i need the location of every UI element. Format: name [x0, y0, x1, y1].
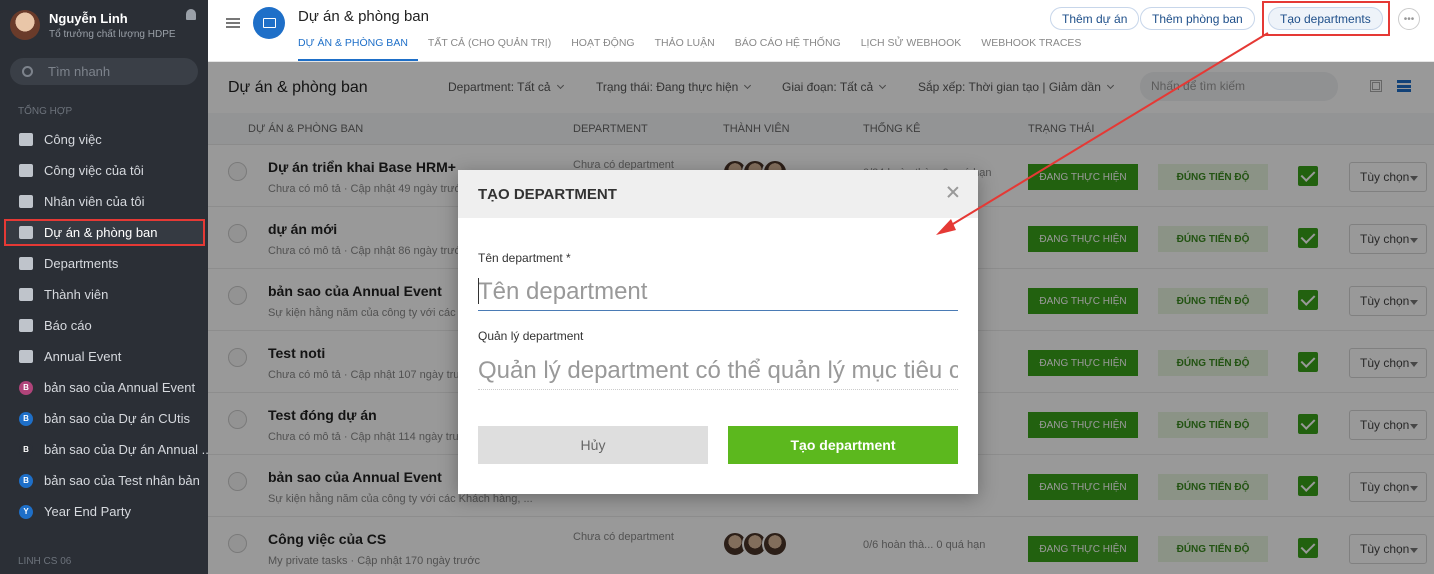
user-panel[interactable]: Nguyễn Linh Tổ trưởng chất lượng HDPE — [0, 0, 208, 50]
sidebar-item-label: Departments — [44, 256, 119, 271]
section-label: Tổng hợp — [18, 106, 73, 117]
header-tabs: DỰ ÁN & PHÒNG BAN TẤT CẢ (CHO QUẢN TRỊ) HO… — [298, 37, 1091, 61]
sidebar-item-label: Annual Event — [44, 349, 122, 364]
department-manager-input[interactable] — [478, 352, 958, 390]
sidebar-item[interactable]: Bbản sao của Annual Event — [0, 372, 208, 403]
sidebar-item[interactable]: Departments — [0, 248, 208, 279]
sidebar-item[interactable]: Báo cáo — [0, 310, 208, 341]
sidebar-nav: Công việc Công việc của tôi Nhân viên của … — [0, 124, 208, 527]
modal-title: TẠO DEPARTMENT — [478, 185, 617, 203]
sidebar-item[interactable]: Công việc — [0, 124, 208, 155]
sidebar-item[interactable]: Nhân viên của tôi — [0, 186, 208, 217]
sidebar: Nguyễn Linh Tổ trưởng chất lượng HDPE Tì… — [0, 0, 208, 574]
department-name-input[interactable] — [478, 273, 958, 311]
project-badge-icon: Y — [19, 504, 33, 519]
tab[interactable]: THẢO LUẬN — [645, 37, 725, 61]
search-icon — [22, 66, 33, 77]
sidebar-item-label: Thành viên — [44, 287, 109, 302]
cancel-button[interactable]: Hủy — [478, 426, 708, 464]
add-project-button[interactable]: Thêm dự án — [1050, 7, 1140, 30]
building-icon — [19, 257, 33, 270]
quick-search-placeholder: Tìm nhanh — [48, 64, 111, 79]
tab[interactable]: TẤT CẢ (CHO QUẢN TRỊ) — [418, 37, 561, 61]
department-name-label: Tên department * — [478, 251, 571, 265]
department-manager-label: Quản lý department — [478, 329, 584, 343]
sidebar-item[interactable]: Dự án & phòng ban — [4, 219, 205, 246]
sidebar-item[interactable]: Annual Event — [0, 341, 208, 372]
highlight-box — [1262, 1, 1390, 36]
sidebar-item-label: Dự án & phòng ban — [44, 225, 158, 240]
sidebar-item[interactable]: Bbản sao của Dự án CUtis — [0, 403, 208, 434]
avatar[interactable] — [10, 10, 40, 40]
event-icon — [19, 350, 33, 363]
tab[interactable]: BÁO CÁO HỆ THỐNG — [725, 37, 851, 61]
add-department-button[interactable]: Thêm phòng ban — [1140, 7, 1255, 30]
folder-icon — [253, 7, 285, 39]
sidebar-item-label: Công việc của tôi — [44, 163, 144, 178]
users-icon — [19, 288, 33, 301]
tab[interactable]: WEBHOOK TRACES — [971, 37, 1091, 61]
more-icon[interactable]: ••• — [1398, 8, 1420, 30]
sidebar-item-label: Công việc — [44, 132, 102, 147]
sidebar-item-label: Báo cáo — [44, 318, 92, 333]
text-cursor — [478, 278, 479, 304]
sidebar-item-label: bản sao của Dự án CUtis — [44, 411, 190, 426]
user-role: Tổ trưởng chất lượng HDPE — [49, 28, 176, 40]
project-badge-icon: B — [19, 380, 33, 395]
folder-icon — [19, 226, 33, 239]
project-badge-icon: B — [19, 442, 33, 457]
close-icon[interactable] — [946, 185, 960, 199]
home-icon — [19, 133, 33, 146]
sidebar-item[interactable]: Công việc của tôi — [0, 155, 208, 186]
checkbox-icon — [19, 164, 33, 177]
sidebar-item[interactable]: Bbản sao của Test nhân bản — [0, 465, 208, 496]
top-header: Dự án & phòng ban DỰ ÁN & PHÒNG BAN TẤT C… — [208, 0, 1434, 62]
tab[interactable]: HOẠT ĐỘNG — [561, 37, 644, 61]
sidebar-item-label: bản sao của Test nhân bản — [44, 473, 200, 488]
sidebar-item-label: Nhân viên của tôi — [44, 194, 145, 209]
sidebar-item-label: bản sao của Annual Event — [44, 380, 196, 395]
footer-section-label: LINH CS 06 — [18, 556, 72, 567]
create-department-button[interactable]: Tạo department — [728, 426, 958, 464]
project-badge-icon: B — [19, 411, 33, 426]
people-icon — [19, 195, 33, 208]
create-department-modal: TẠO DEPARTMENT Tên department * Quản lý … — [458, 170, 978, 494]
tab[interactable]: DỰ ÁN & PHÒNG BAN — [298, 37, 418, 61]
project-badge-icon: B — [19, 473, 33, 488]
sidebar-item-label: Year End Party — [44, 504, 131, 519]
user-name: Nguyễn Linh — [49, 10, 128, 26]
page-title: Dự án & phòng ban — [298, 8, 429, 25]
sidebar-item-label: bản sao của Dự án Annual ... — [44, 442, 208, 457]
tab[interactable]: LỊCH SỬ WEBHOOK — [851, 37, 972, 61]
sidebar-item[interactable]: Bbản sao của Dự án Annual ... — [0, 434, 208, 465]
quick-search-input[interactable]: Tìm nhanh — [10, 58, 198, 85]
sidebar-item[interactable]: Thành viên — [0, 279, 208, 310]
menu-icon[interactable] — [226, 18, 240, 28]
bell-icon[interactable] — [186, 9, 196, 20]
sidebar-item[interactable]: Y Year End Party — [0, 496, 208, 527]
chart-icon — [19, 319, 33, 332]
